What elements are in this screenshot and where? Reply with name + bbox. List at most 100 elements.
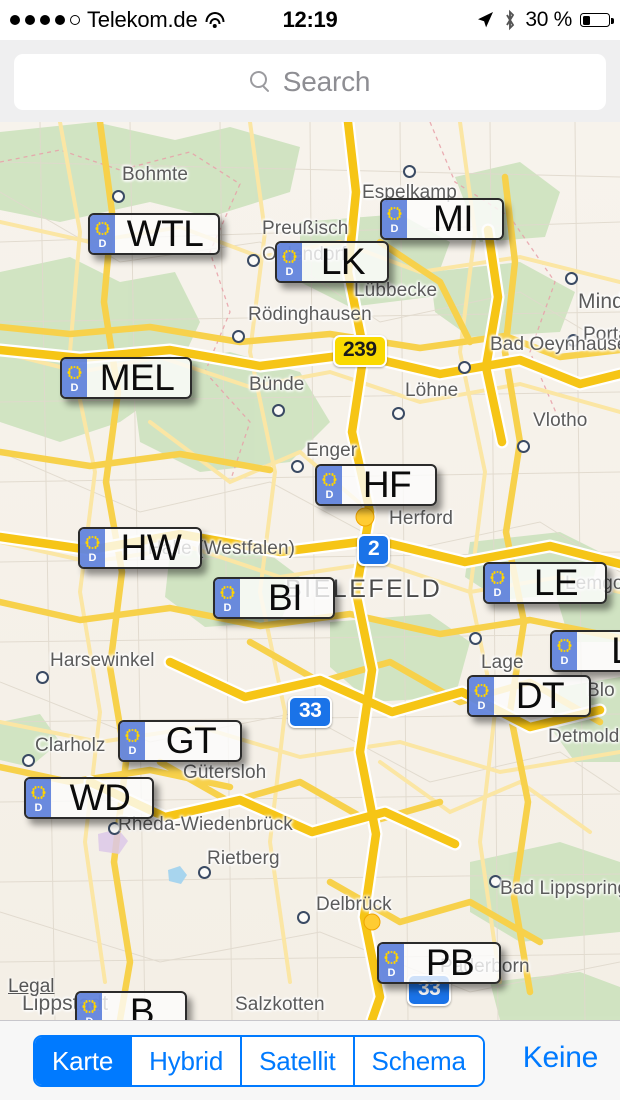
country-code-d: D bbox=[387, 967, 396, 979]
plate-code-label: GT bbox=[165, 720, 217, 761]
plate-code-label: BI bbox=[268, 577, 302, 618]
eu-band-icon: D bbox=[469, 677, 494, 715]
segment-hybrid[interactable]: Hybrid bbox=[132, 1037, 243, 1085]
eu-stars-icon bbox=[556, 637, 573, 654]
plate-marker-le[interactable]: D LE bbox=[483, 562, 607, 604]
town-dot bbox=[489, 875, 502, 888]
eu-stars-icon bbox=[81, 998, 98, 1015]
plate-code-label: LE bbox=[533, 562, 579, 603]
eu-band-icon: D bbox=[120, 722, 145, 760]
eu-stars-icon bbox=[84, 534, 101, 551]
town-dot bbox=[517, 440, 530, 453]
eu-band-icon: D bbox=[80, 529, 105, 567]
battery-cap bbox=[610, 18, 614, 24]
country-code-d: D bbox=[560, 655, 569, 667]
town-dot bbox=[565, 272, 578, 285]
eu-stars-icon bbox=[124, 727, 141, 744]
eu-band-icon: D bbox=[317, 466, 342, 504]
plate-marker-dt[interactable]: D DT bbox=[467, 675, 591, 717]
town-dot bbox=[112, 190, 125, 203]
bluetooth-icon bbox=[503, 9, 517, 31]
legal-link[interactable]: Legal bbox=[8, 976, 55, 998]
search-input[interactable]: Search bbox=[14, 54, 606, 110]
plate-marker-lk[interactable]: D LK bbox=[275, 241, 389, 283]
town-dot bbox=[272, 404, 285, 417]
eu-band-icon: D bbox=[90, 215, 115, 253]
town-dot bbox=[469, 632, 482, 645]
eu-stars-icon bbox=[386, 205, 403, 222]
town-dot bbox=[108, 822, 121, 835]
eu-stars-icon bbox=[473, 682, 490, 699]
eu-stars-icon bbox=[489, 569, 506, 586]
search-bar: Search bbox=[0, 40, 620, 122]
country-code-d: D bbox=[285, 266, 294, 278]
search-placeholder: Search bbox=[282, 66, 371, 97]
plate-code-label: DT bbox=[515, 675, 565, 716]
segment-schema[interactable]: Schema bbox=[354, 1037, 483, 1085]
plate-marker-bi[interactable]: D BI bbox=[213, 577, 335, 619]
status-bar-right: 30 % bbox=[475, 8, 614, 32]
plate-code-label: WD bbox=[69, 777, 131, 818]
eu-band-icon: D bbox=[62, 359, 87, 397]
segment-karte[interactable]: Karte bbox=[35, 1037, 133, 1085]
battery-icon bbox=[580, 13, 614, 27]
plate-marker-gt[interactable]: D GT bbox=[118, 720, 242, 762]
plate-code-label: HF bbox=[362, 464, 412, 505]
plate-code-label: LI bbox=[577, 632, 620, 670]
country-code-d: D bbox=[70, 382, 79, 394]
map-type-segmented-control[interactable]: Karte Hybrid Satellit Schema bbox=[33, 1035, 485, 1087]
plate-marker-pb[interactable]: D PB bbox=[377, 942, 501, 984]
eu-band-icon: D bbox=[485, 564, 510, 602]
battery-percent-label: 30 % bbox=[525, 8, 572, 31]
eu-stars-icon bbox=[30, 784, 47, 801]
town-dot bbox=[36, 671, 49, 684]
eu-band-icon: D bbox=[77, 993, 102, 1020]
plate-marker-wtl[interactable]: D WTL bbox=[88, 213, 220, 255]
town-dot bbox=[247, 254, 260, 267]
location-arrow-icon bbox=[475, 10, 495, 30]
none-button[interactable]: Keine bbox=[523, 1041, 599, 1075]
eu-band-icon: D bbox=[382, 200, 407, 238]
map-view[interactable]: BohmteEspelkampPreußischOldendorfLübbeck… bbox=[0, 122, 620, 1020]
plate-code-label: MEL bbox=[99, 357, 175, 398]
country-code-d: D bbox=[34, 802, 43, 814]
country-code-d: D bbox=[128, 745, 137, 757]
town-dot bbox=[297, 911, 310, 924]
plate-marker-li[interactable]: D LI bbox=[550, 630, 620, 672]
bottom-toolbar: Karte Hybrid Satellit Schema Keine bbox=[0, 1020, 620, 1100]
plate-marker-hf[interactable]: D HF bbox=[315, 464, 437, 506]
plate-marker-b[interactable]: DB bbox=[75, 991, 187, 1020]
battery-fill bbox=[582, 15, 591, 25]
plate-code-label: MI bbox=[432, 198, 474, 239]
country-code-d: D bbox=[493, 587, 502, 599]
town-dot bbox=[198, 866, 211, 879]
country-code-d: D bbox=[325, 489, 334, 501]
country-code-d: D bbox=[98, 238, 107, 250]
segment-satellit[interactable]: Satellit bbox=[242, 1037, 355, 1085]
eu-band-icon: D bbox=[379, 944, 404, 982]
country-code-d: D bbox=[477, 700, 486, 712]
plate-code-label: HW bbox=[120, 527, 182, 568]
plate-marker-mel[interactable]: D MEL bbox=[60, 357, 192, 399]
search-icon bbox=[249, 71, 272, 93]
plate-code-label: PB bbox=[425, 942, 475, 983]
eu-stars-icon bbox=[219, 584, 236, 601]
country-code-d: D bbox=[390, 223, 399, 235]
country-code-d: D bbox=[223, 602, 232, 614]
plate-marker-wd[interactable]: D WD bbox=[24, 777, 154, 819]
eu-band-icon: D bbox=[277, 243, 302, 281]
plate-marker-mi[interactable]: D MI bbox=[380, 198, 504, 240]
eu-stars-icon bbox=[94, 220, 111, 237]
eu-band-icon: D bbox=[26, 779, 51, 817]
autobahn-shield: 2 bbox=[357, 534, 391, 566]
town-dot bbox=[567, 334, 580, 347]
status-bar: Telekom.de 12:19 30 % bbox=[0, 0, 620, 40]
eu-stars-icon bbox=[383, 949, 400, 966]
plate-code-label: WTL bbox=[126, 213, 204, 254]
town-dot bbox=[403, 165, 416, 178]
eu-stars-icon bbox=[321, 471, 338, 488]
plate-code-label: B bbox=[129, 991, 155, 1020]
plate-marker-hw[interactable]: D HW bbox=[78, 527, 202, 569]
bundesstrasse-shield: 239 bbox=[333, 335, 387, 367]
eu-band-icon: D bbox=[552, 632, 577, 670]
